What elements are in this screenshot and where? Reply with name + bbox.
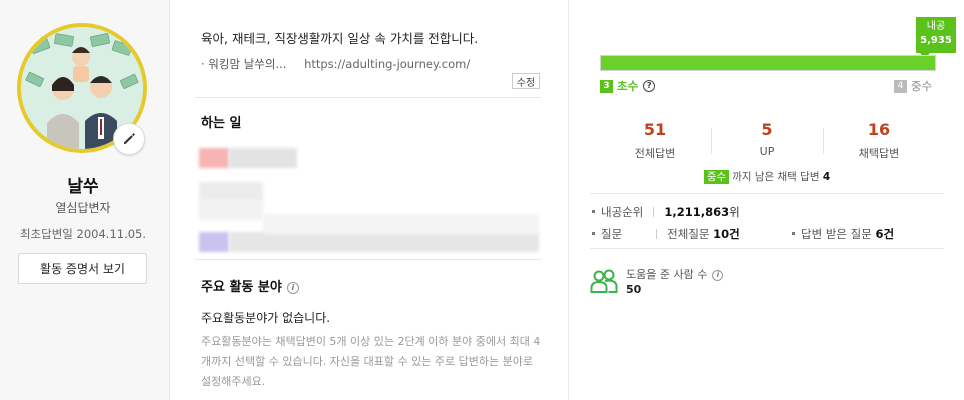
people-icon [590,268,618,298]
nickname: 날쑤 [67,177,99,197]
stat-adopted-answers[interactable]: 16 채택답변 [829,120,929,161]
answered-question-row: 답변 받은 질문 6건 [792,226,894,242]
bullet [592,210,595,213]
link-url[interactable]: https://adulting-journey.com/ [304,57,470,71]
rank-row: 내공순위 1,211,863위 [592,204,740,220]
question-label: 질문 [601,227,623,241]
divider [590,248,944,249]
divider [590,193,944,194]
field-help-text: 주요활동분야는 채택답변이 5개 이상 있는 2단계 이하 분야 중에서 최대 … [201,335,541,388]
blurred-content [229,148,297,168]
next-level-count: 4 [822,171,831,183]
stat-label: 전체답변 [634,147,676,160]
separator [653,207,655,217]
level-progress-bar [600,55,936,71]
answered-question-value[interactable]: 6건 [875,227,894,241]
field-title: 주요 활동 분야 i [201,276,299,295]
rank-unit: 위 [729,205,740,219]
stat-value: 51 [643,120,667,139]
rank-value: 1,211,863 [664,205,730,219]
view-certificate-button[interactable]: 활동 증명서 보기 [18,253,147,284]
blurred-content [199,182,263,202]
next-level-info: 중수 까지 남은 채택 답변 4 [570,169,964,184]
profile-sidebar: 날쑤 열심답변자 최초답변일 2004.11.05. 활동 증명서 보기 [0,0,170,400]
bullet [592,232,595,235]
profile-main: 육아, 재테크, 직장생활까지 일상 속 가치를 전합니다. · 워킹맘 날쑤의… [171,0,569,400]
info-icon[interactable]: i [286,282,299,294]
intro-link: · 워킹맘 날쑤의... https://adulting-journey.co… [201,56,470,72]
field-empty-text: 주요활동분야가 없습니다. [201,311,331,325]
next-level: 4 중수 [894,78,932,94]
link-label: · 워킹맘 날쑤의... [201,57,287,71]
points-value: 5,935 [920,35,952,46]
divider [823,128,824,154]
stat-value: 5 [761,120,773,139]
total-question-value[interactable]: 10건 [713,227,740,241]
work-title: 하는 일 [201,116,242,131]
rank-title: 열심답변자 [55,201,111,215]
blurred-content [229,232,539,252]
next-level-text: 까지 남은 채택 답변 [732,171,820,183]
separator [656,229,658,239]
blurred-content [199,200,263,220]
field-title-text: 주요 활동 분야 [201,280,282,295]
helped-count-value: 50 [626,283,642,296]
bullet [792,232,795,235]
help-icon[interactable]: ? [643,80,656,92]
stat-total-answers[interactable]: 51 전체답변 [605,120,705,161]
divider [711,128,712,154]
answered-question-label: 답변 받은 질문 [801,227,872,241]
current-level-name: 초수 [617,79,639,93]
blurred-content [263,214,539,234]
next-level-name: 중수 [911,79,933,93]
first-answer-date: 최초답변일 2004.11.05. [19,227,147,241]
stat-label: UP [759,145,775,158]
total-question-label: 전체질문 [667,227,710,241]
blurred-content [199,232,229,252]
stat-up[interactable]: 5 UP [717,120,817,158]
divider [195,97,541,98]
stat-value: 16 [867,120,891,139]
helped-label-text: 도움을 준 사람 수 [626,268,708,281]
profile-page: 날쑤 열심답변자 최초답변일 2004.11.05. 활동 증명서 보기 육아,… [0,0,964,400]
next-level-number: 4 [894,79,907,93]
edit-intro-button[interactable]: 수정 [512,73,540,89]
intro-text: 육아, 재테크, 직장생활까지 일상 속 가치를 전합니다. [201,31,479,46]
points-bubble: 내공 5,935 [916,17,956,59]
next-level-tag: 중수 [703,170,730,184]
current-level: 3 초수 ? [600,78,656,94]
stat-label: 채택답변 [858,147,900,160]
divider [195,259,541,260]
stats-panel: 내공 5,935 3 초수 ? 4 중수 51 전체답변 5 UP 16 채택답… [570,0,964,400]
blurred-content [199,148,229,168]
level-progress-fill [601,56,935,70]
pencil-icon [124,133,135,144]
points-label: 내공 [926,21,946,32]
rank-label: 내공순위 [601,205,644,219]
question-row: 질문 전체질문 10건 [592,226,740,242]
current-level-number: 3 [600,79,613,93]
edit-avatar-button[interactable] [113,123,145,155]
info-icon[interactable]: i [712,270,724,281]
helped-count-label: 도움을 준 사람 수 i [626,266,724,282]
